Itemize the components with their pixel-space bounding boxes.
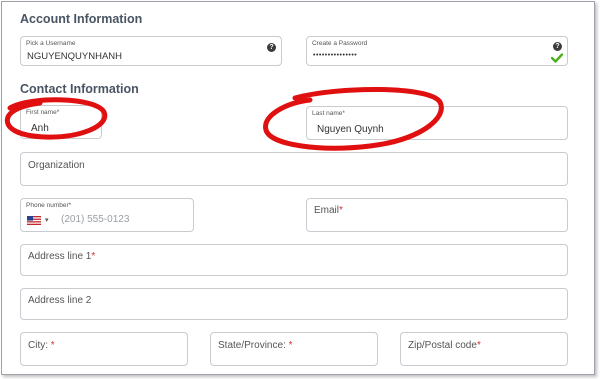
state-province-label: State/Province: * xyxy=(218,340,293,351)
phone-number-field[interactable]: Phone number* ▾ (201) 555-0123 xyxy=(20,198,194,232)
username-value: NGUYENQUYNHANH xyxy=(27,51,123,62)
email-label: Email* xyxy=(314,205,343,216)
last-name-label: Last name* xyxy=(312,110,345,117)
address-line-1-field[interactable]: Address line 1* xyxy=(20,244,568,276)
required-marker: * xyxy=(91,251,96,262)
organization-label: Organization xyxy=(28,160,85,171)
account-information-heading: Account Information xyxy=(20,12,143,26)
state-province-field[interactable]: State/Province: * xyxy=(210,332,378,366)
phone-placeholder: (201) 555-0123 xyxy=(61,214,130,225)
zip-postal-code-label-text: Zip/Postal code xyxy=(408,340,477,351)
last-name-value: Nguyen Quynh xyxy=(317,124,384,135)
email-label-text: Email xyxy=(314,205,340,216)
address-line-2-field[interactable]: Address line 2 xyxy=(20,288,568,320)
email-field[interactable]: Email* xyxy=(306,198,568,232)
city-label: City: * xyxy=(28,340,55,351)
help-icon[interactable]: ? xyxy=(553,42,562,51)
chevron-down-icon[interactable]: ▾ xyxy=(45,216,49,224)
password-label: Create a Password xyxy=(312,40,368,47)
address-line-2-label: Address line 2 xyxy=(28,295,92,306)
check-icon xyxy=(551,53,563,63)
zip-postal-code-label: Zip/Postal code* xyxy=(408,340,481,351)
help-icon[interactable]: ? xyxy=(267,43,276,52)
first-name-label: First name* xyxy=(26,109,60,116)
required-marker: * xyxy=(50,340,55,351)
first-name-value: Anh xyxy=(31,123,49,134)
username-field[interactable]: Pick a Username NGUYENQUYNHANH ? xyxy=(20,36,282,66)
phone-number-label: Phone number* xyxy=(26,202,72,209)
username-label: Pick a Username xyxy=(26,40,76,47)
password-field[interactable]: Create a Password ••••••••••••••• ? xyxy=(306,36,568,66)
required-marker: * xyxy=(339,205,343,216)
required-marker: * xyxy=(476,340,481,351)
zip-postal-code-field[interactable]: Zip/Postal code* xyxy=(400,332,568,366)
password-value: ••••••••••••••• xyxy=(313,52,358,59)
organization-field[interactable]: Organization xyxy=(20,152,568,186)
state-province-label-text: State/Province: xyxy=(218,340,289,351)
us-flag-icon[interactable] xyxy=(27,216,41,225)
first-name-field[interactable]: First name* Anh xyxy=(20,105,102,139)
city-field[interactable]: City: * xyxy=(20,332,188,366)
address-line-1-label-text: Address line 1 xyxy=(28,251,92,262)
last-name-field[interactable]: Last name* Nguyen Quynh xyxy=(306,106,568,140)
address-line-1-label: Address line 1* xyxy=(28,251,95,262)
required-marker: * xyxy=(288,340,293,351)
city-label-text: City: xyxy=(28,340,51,351)
contact-information-heading: Contact Information xyxy=(20,82,139,96)
